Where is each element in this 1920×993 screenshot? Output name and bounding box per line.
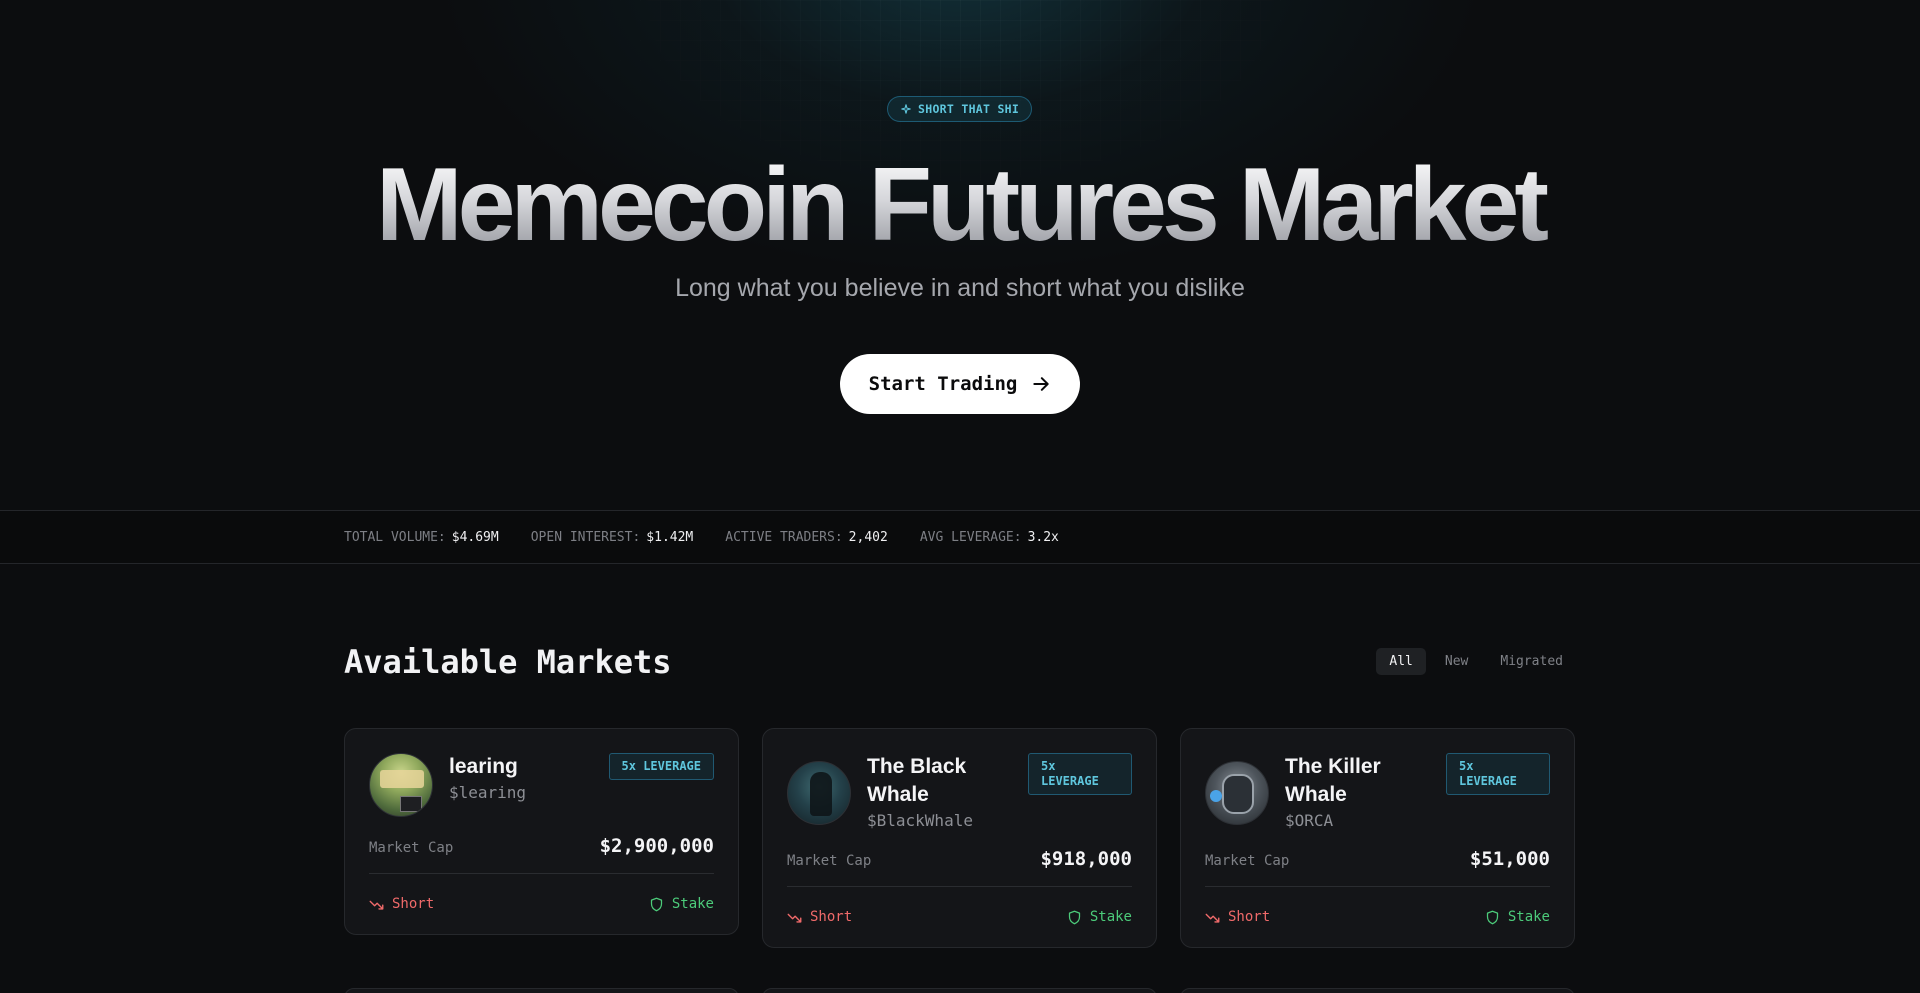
stake-label: Stake	[1089, 909, 1132, 925]
coin-name: The Black Whale	[867, 755, 967, 806]
coin-ticker: $BlackWhale	[867, 811, 973, 830]
coin-info: learing $learing	[449, 753, 589, 802]
leverage-badge: 5x LEVERAGE	[1028, 753, 1132, 795]
stake-label: Stake	[1507, 909, 1550, 925]
market-cap-value: $2,900,000	[599, 835, 714, 857]
stat-label: ACTIVE TRADERS:	[725, 529, 843, 545]
market-cap-row: Market Cap $51,000	[1205, 830, 1550, 887]
market-cap-label: Market Cap	[369, 840, 454, 856]
stats-bar: TOTAL VOLUME: $4.69M OPEN INTEREST: $1.42M…	[0, 510, 1920, 564]
trending-down-icon	[787, 913, 802, 923]
start-trading-label: Start Trading	[868, 373, 1018, 395]
stat-label: AVG LEVERAGE:	[919, 529, 1022, 545]
market-card-blackwhale[interactable]: The Black Whale $BlackWhale 5x LEVERAGE …	[762, 728, 1157, 948]
leverage-badge: 5x LEVERAGE	[1446, 753, 1550, 795]
market-cap-row: Market Cap $918,000	[787, 830, 1132, 887]
market-card-orca[interactable]: The Killer Whale $ORCA 5x LEVERAGE Marke…	[1180, 728, 1575, 948]
hero-subtitle: Long what you believe in and short what …	[675, 274, 1245, 302]
stat-value: $4.69M	[451, 529, 499, 545]
arrow-right-icon	[1033, 377, 1050, 391]
card-header: The Black Whale $BlackWhale 5x LEVERAGE	[787, 753, 1132, 830]
short-label: Short	[1228, 909, 1271, 925]
card-actions: Short Stake	[369, 874, 714, 934]
coin-info: The Killer Whale $ORCA	[1285, 753, 1425, 830]
stat-total-volume: TOTAL VOLUME: $4.69M	[344, 530, 499, 545]
coin-ticker: $learing	[449, 783, 527, 802]
market-card-partial[interactable]	[344, 988, 739, 993]
stake-button[interactable]: Stake	[1067, 909, 1132, 925]
coin-name: The Killer Whale	[1285, 755, 1381, 806]
stat-label: TOTAL VOLUME:	[344, 529, 446, 545]
market-cap-value: $51,000	[1469, 848, 1550, 870]
short-button[interactable]: Short	[787, 909, 852, 925]
short-label: Short	[810, 909, 853, 925]
hero-badge: SHORT THAT SHI	[887, 96, 1033, 122]
card-header: The Killer Whale $ORCA 5x LEVERAGE	[1205, 753, 1550, 830]
market-cap-label: Market Cap	[1205, 853, 1290, 869]
coin-ticker: $ORCA	[1285, 811, 1334, 830]
filter-new[interactable]: New	[1432, 648, 1481, 675]
card-actions: Short Stake	[1205, 887, 1550, 947]
short-button[interactable]: Short	[369, 896, 434, 912]
stat-avg-leverage: AVG LEVERAGE: 3.2x	[920, 530, 1059, 545]
stat-value: $1.42M	[646, 529, 694, 545]
short-label: Short	[392, 896, 435, 912]
trending-down-icon	[369, 900, 384, 910]
stat-active-traders: ACTIVE TRADERS: 2,402	[725, 530, 888, 545]
market-cap-label: Market Cap	[787, 853, 872, 869]
filter-migrated[interactable]: Migrated	[1487, 648, 1576, 675]
stat-open-interest: OPEN INTEREST: $1.42M	[531, 530, 694, 545]
coin-avatar	[369, 753, 433, 817]
hero-badge-label: SHORT THAT SHI	[918, 102, 1020, 116]
market-filter-tabs: All New Migrated	[1376, 648, 1576, 675]
stat-label: OPEN INTEREST:	[530, 529, 641, 545]
markets-section-title: Available Markets	[344, 643, 672, 681]
shield-icon	[650, 897, 662, 911]
coin-name: learing	[449, 755, 518, 778]
shield-icon	[1486, 910, 1498, 924]
trending-down-icon	[1205, 913, 1220, 923]
filter-all[interactable]: All	[1376, 648, 1426, 675]
coin-avatar	[787, 761, 851, 825]
short-button[interactable]: Short	[1205, 909, 1270, 925]
card-actions: Short Stake	[787, 887, 1132, 947]
sparkle-icon	[901, 104, 911, 114]
coin-avatar	[1205, 761, 1269, 825]
market-card-learing[interactable]: learing $learing 5x LEVERAGE Market Cap …	[344, 728, 739, 935]
page-title: Memecoin Futures Market	[0, 150, 1920, 260]
start-trading-button[interactable]: Start Trading	[840, 354, 1080, 414]
market-card-partial[interactable]	[1180, 988, 1575, 993]
market-cap-value: $918,000	[1040, 848, 1132, 870]
stake-label: Stake	[671, 896, 714, 912]
stat-value: 3.2x	[1027, 529, 1059, 545]
stake-button[interactable]: Stake	[649, 896, 714, 912]
card-header: learing $learing 5x LEVERAGE	[369, 753, 714, 817]
leverage-badge: 5x LEVERAGE	[608, 753, 714, 780]
stake-button[interactable]: Stake	[1485, 909, 1550, 925]
coin-info: The Black Whale $BlackWhale	[867, 753, 1007, 830]
market-cap-row: Market Cap $2,900,000	[369, 817, 714, 874]
market-card-partial[interactable]	[762, 988, 1157, 993]
stat-value: 2,402	[848, 529, 888, 545]
shield-icon	[1068, 910, 1080, 924]
